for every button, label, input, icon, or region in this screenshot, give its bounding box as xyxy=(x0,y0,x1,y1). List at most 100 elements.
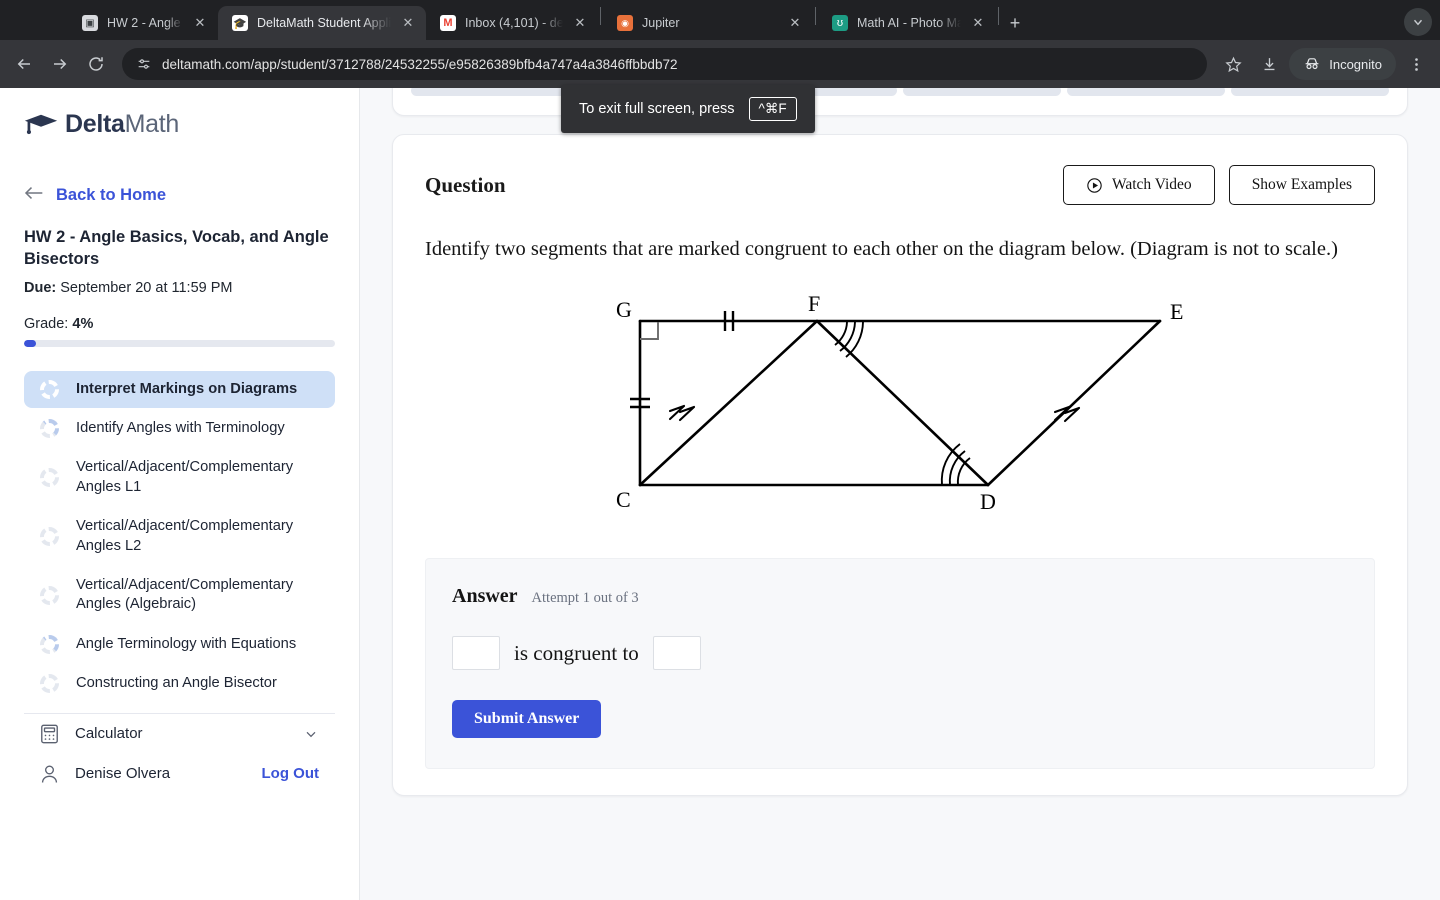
user-avatar-icon xyxy=(40,764,59,784)
tab-title: Math AI - Photo Math Solver a xyxy=(857,16,961,30)
progress-ring-icon xyxy=(40,585,59,605)
deltamath-logo[interactable]: DeltaMath xyxy=(24,110,335,139)
answer-title: Answer xyxy=(452,585,518,608)
grade-label: Grade: xyxy=(24,315,69,332)
play-circle-icon xyxy=(1086,177,1103,194)
vertex-label-G: G xyxy=(616,297,632,322)
tab-divider xyxy=(600,7,601,25)
fullscreen-exit-toast: To exit full screen, press ^⌘F xyxy=(561,85,815,133)
sidebar-item-constructing-angle-bisector[interactable]: Constructing an Angle Bisector xyxy=(24,665,335,702)
calculator-label: Calculator xyxy=(75,725,143,743)
browser-toolbar: deltamath.com/app/student/3712788/245322… xyxy=(0,40,1440,133)
browser-tab-2-active[interactable]: 🎓 DeltaMath Student Application ✕ xyxy=(218,6,426,40)
parallel-arrows-CF xyxy=(668,405,696,422)
sidebar-item-vac-angles-l1[interactable]: Vertical/Adjacent/Complementary Angles L… xyxy=(24,449,335,506)
attempt-counter: Attempt 1 out of 3 xyxy=(531,590,639,607)
tab-close-icon[interactable]: ✕ xyxy=(970,15,986,31)
sidebar-item-interpret-markings[interactable]: Interpret Markings on Diagrams xyxy=(24,370,335,408)
tab-divider xyxy=(815,7,816,25)
chrome-menu-icon[interactable] xyxy=(1400,48,1432,80)
user-name: Denise Olvera xyxy=(75,765,171,783)
calculator-row[interactable]: Calculator xyxy=(24,714,335,754)
sidebar-item-identify-angles[interactable]: Identify Angles with Terminology xyxy=(24,410,335,447)
tab-close-icon[interactable]: ✕ xyxy=(572,15,588,31)
is-congruent-to-label: is congruent to xyxy=(514,640,639,665)
tab-title: DeltaMath Student Application xyxy=(257,16,391,30)
progress-segment[interactable] xyxy=(903,88,1061,96)
vertex-label-D: D xyxy=(980,489,996,514)
browser-window: ▣ HW 2 - Angle Basics, Vocab, ✕ 🎓 DeltaM… xyxy=(0,0,1440,900)
progress-ring-icon xyxy=(40,468,59,488)
sidebar-item-angle-terminology-equations[interactable]: Angle Terminology with Equations xyxy=(24,626,335,663)
assignment-due: Due: September 20 at 11:59 PM xyxy=(24,280,335,296)
answer-input-left[interactable] xyxy=(452,636,500,671)
tab-close-icon[interactable]: ✕ xyxy=(787,15,803,31)
vertex-label-F: F xyxy=(808,291,820,316)
segment-DE xyxy=(986,319,1162,487)
geometry-diagram: G F E C D xyxy=(425,289,1375,524)
answer-section: Answer Attempt 1 out of 3 is congruent t… xyxy=(425,558,1375,770)
forward-icon[interactable] xyxy=(44,48,76,80)
site-settings-icon[interactable] xyxy=(136,56,152,72)
bookmark-star-icon[interactable] xyxy=(1217,48,1249,80)
logout-link[interactable]: Log Out xyxy=(262,765,319,782)
chevron-down-icon[interactable] xyxy=(303,726,319,742)
browser-tab-3[interactable]: M Inbox (4,101) - deniseo18@ny ✕ xyxy=(426,6,598,40)
topic-label: Identify Angles with Terminology xyxy=(76,419,285,436)
back-to-home-label: Back to Home xyxy=(56,185,167,204)
browser-tab-1[interactable]: ▣ HW 2 - Angle Basics, Vocab, ✕ xyxy=(68,6,218,40)
gmail-icon: M xyxy=(440,15,456,31)
tab-search-chevron-down-icon[interactable] xyxy=(1404,8,1432,36)
main-content: Question Watch Video Show Examples Ident… xyxy=(360,88,1440,900)
topic-label: Vertical/Adjacent/Complementary Angles L… xyxy=(76,459,294,495)
answer-input-right[interactable] xyxy=(652,636,701,671)
logo-text: DeltaMath xyxy=(65,110,180,138)
tab-title: Inbox (4,101) - deniseo18@ny xyxy=(465,16,563,30)
answer-input-row: is congruent to xyxy=(452,636,1348,671)
address-bar[interactable]: deltamath.com/app/student/3712788/245322… xyxy=(122,48,1208,80)
right-angle-marker-G xyxy=(640,322,659,341)
tab-close-icon[interactable]: ✕ xyxy=(400,15,416,31)
graduation-cap-icon xyxy=(24,113,58,137)
vertex-label-C: C xyxy=(616,487,631,512)
assignment-progress-card xyxy=(392,88,1408,116)
incognito-indicator[interactable]: Incognito xyxy=(1289,48,1396,80)
segment-FD xyxy=(815,319,990,487)
progress-ring-icon xyxy=(40,674,59,694)
downloads-icon[interactable] xyxy=(1253,48,1285,80)
question-header: Question Watch Video Show Examples xyxy=(425,165,1375,205)
show-examples-button[interactable]: Show Examples xyxy=(1228,165,1375,205)
question-card: Question Watch Video Show Examples Ident… xyxy=(392,134,1408,797)
progress-segment[interactable] xyxy=(1067,88,1225,96)
topic-label: Vertical/Adjacent/Complementary Angles (… xyxy=(76,576,294,613)
progress-segment[interactable] xyxy=(411,88,569,96)
reload-icon[interactable] xyxy=(80,48,112,80)
user-row: Denise Olvera Log Out xyxy=(24,754,335,794)
topic-label: Constructing an Angle Bisector xyxy=(76,675,277,692)
vertex-label-E: E xyxy=(1170,299,1183,324)
incognito-hat-icon xyxy=(1303,55,1321,73)
url-text: deltamath.com/app/student/3712788/245322… xyxy=(162,56,678,72)
back-to-home-link[interactable]: Back to Home xyxy=(24,185,335,205)
sidebar-item-vac-angles-l2[interactable]: Vertical/Adjacent/Complementary Angles L… xyxy=(24,508,335,565)
mathai-icon: ʊ xyxy=(832,15,848,31)
tab-close-icon[interactable]: ✕ xyxy=(192,15,208,31)
browser-tab-4[interactable]: ◉ Jupiter ✕ xyxy=(603,6,813,40)
fullscreen-toast-shortcut: ^⌘F xyxy=(748,97,797,121)
arrow-left-icon xyxy=(24,185,44,205)
new-tab-button[interactable]: + xyxy=(1001,9,1029,37)
browser-tab-5[interactable]: ʊ Math AI - Photo Math Solver a ✕ xyxy=(818,6,996,40)
back-icon[interactable] xyxy=(8,48,40,80)
submit-answer-button[interactable]: Submit Answer xyxy=(452,700,602,739)
progress-ring-icon xyxy=(40,379,59,399)
progress-segment[interactable] xyxy=(1231,88,1389,96)
diagram-svg: G F E C D xyxy=(616,291,1183,514)
jupiter-icon: ◉ xyxy=(617,15,633,31)
watch-video-label: Watch Video xyxy=(1111,176,1192,193)
sidebar-item-vac-angles-algebraic[interactable]: Vertical/Adjacent/Complementary Angles (… xyxy=(24,567,335,624)
grade-line: Grade: 4% xyxy=(24,316,335,332)
watch-video-button[interactable]: Watch Video xyxy=(1062,165,1215,205)
show-examples-label: Show Examples xyxy=(1251,176,1352,193)
topic-label: Vertical/Adjacent/Complementary Angles L… xyxy=(76,518,294,554)
grade-value: 4% xyxy=(72,315,94,332)
